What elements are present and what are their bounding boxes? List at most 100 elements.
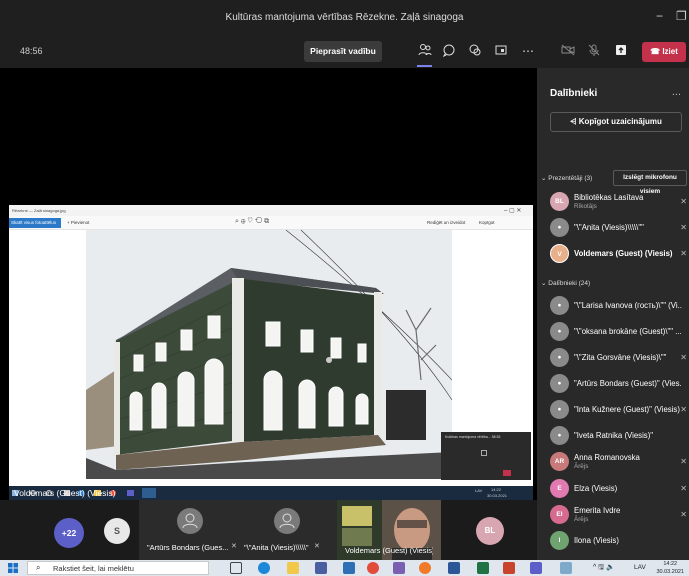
powerpoint-icon[interactable]: [503, 562, 515, 574]
participant-row[interactable]: AR Anna Romanovska Ārējs ✕: [537, 449, 689, 475]
mic-muted-icon: ✕: [680, 510, 687, 519]
participants-panel: Dalībnieki ... ⩤ Kopīgot uzaicinājumu ⌄ …: [537, 68, 689, 560]
taskbar-search-input[interactable]: ⌕ Rakstiet šeit, lai meklētu: [27, 561, 209, 575]
meeting-timer: 48:56: [20, 46, 43, 56]
gallery-tile-arturs[interactable]: "Artūrs Bondars (Gues... ✕: [139, 500, 244, 560]
search-placeholder: Rakstiet šeit, lai meklētu: [53, 564, 134, 573]
leave-button[interactable]: ☎ Iziet: [642, 42, 686, 62]
gallery-tile-anita[interactable]: "\"Anita (Viesis)\\\\\" ✕: [236, 500, 341, 560]
mail-icon[interactable]: [343, 562, 355, 574]
participant-row[interactable]: ● "Iveta Ratnika (Viesis)": [537, 423, 689, 449]
more-actions-icon[interactable]: ⋯: [520, 43, 536, 59]
gallery-tile-name: Voldemars (Guest) (Viesis): [345, 546, 433, 555]
share-link-icon: ⩤: [570, 117, 579, 126]
keyboard-language[interactable]: LAV: [634, 564, 646, 571]
overflow-participants-button[interactable]: +22: [54, 518, 84, 548]
chrome-icon[interactable]: [367, 562, 379, 574]
shared-taskbar-date: 30.03.2021: [487, 493, 508, 498]
tools-icon[interactable]: [560, 562, 572, 574]
photos-view-all-button: Skatīt visus fotoattēlus: [9, 218, 61, 228]
restore-button[interactable]: ❐: [676, 9, 687, 23]
mic-off-icon[interactable]: [586, 43, 602, 59]
leave-label: Iziet: [662, 47, 678, 56]
participant-role: Ārējs: [574, 463, 589, 470]
teams-icon[interactable]: [530, 562, 542, 574]
gallery-tile-voldemars-video[interactable]: Voldemars (Guest) (Viesis): [337, 500, 441, 560]
window-title-bar: Kultūras mantojuma vērtības Rēzekne. Zaļ…: [0, 0, 689, 34]
participant-row[interactable]: ● "\"Zita Gorsvāne (Viesis)\"" ✕: [537, 345, 689, 371]
participant-name: Anna Romanovska: [574, 453, 640, 462]
participant-row[interactable]: I Ilona (Viesis): [537, 528, 689, 554]
gallery-avatar-bl: BL: [476, 517, 504, 545]
photos-edit-button: Rediģēt un izveidot: [427, 220, 466, 225]
photos-window-controls: – ▢ ✕: [504, 208, 522, 214]
file-explorer-icon[interactable]: [287, 562, 299, 574]
request-control-button[interactable]: Pieprasīt vadību: [304, 41, 382, 62]
taskbar-clock[interactable]: 14:22 30.03.2021: [656, 560, 684, 576]
participant-row[interactable]: ● "\"Anita (Viesis)\\\\\"" ✕: [537, 215, 689, 241]
participant-name: Ilona (Viesis): [574, 536, 619, 545]
participant-row[interactable]: EI Emerita Ivdre Ārējs ✕: [537, 502, 689, 528]
participant-row[interactable]: ● "Inta Kužnere (Guest)" (Viesis) ✕: [537, 397, 689, 423]
mute-all-button[interactable]: Izslēgt mikrofonu visiem: [613, 170, 687, 195]
mic-muted-icon: ✕: [680, 353, 687, 362]
mini-call-avatar: [481, 450, 487, 456]
shared-taskbar-lang: LAV: [475, 488, 483, 493]
media-icon[interactable]: [393, 562, 405, 574]
person-placeholder-icon: ●: [550, 400, 569, 419]
camera-off-icon[interactable]: [560, 43, 576, 59]
search-icon: ⌕: [36, 563, 41, 572]
store-icon[interactable]: [315, 562, 327, 574]
person-placeholder-icon: ●: [550, 374, 569, 393]
share-tray-icon[interactable]: [613, 43, 629, 59]
mic-muted-icon: ✕: [680, 484, 687, 493]
presenters-header[interactable]: ⌄ Prezentētāji (3): [541, 174, 592, 182]
minimize-button[interactable]: −: [656, 9, 663, 23]
participants-icon[interactable]: [417, 43, 433, 59]
windows-start-icon[interactable]: [8, 563, 18, 575]
participant-row[interactable]: ● "\"Larisa Ivanova (гость)\"" (Vi...: [537, 293, 689, 319]
participant-name: "\"Zita Gorsvāne (Viesis)\"": [574, 353, 667, 362]
person-placeholder-icon: ●: [550, 322, 569, 341]
edge-icon[interactable]: [258, 562, 270, 574]
mic-muted-icon: ✕: [314, 543, 320, 550]
person-placeholder-icon: ●: [550, 348, 569, 367]
participant-name: Emerita Ivdre: [574, 506, 621, 515]
person-placeholder-icon: ●: [550, 426, 569, 445]
mic-muted-icon: ✕: [680, 249, 687, 258]
active-speaker-name: Voldemars (Guest) (Viesis): [14, 488, 116, 498]
participant-row[interactable]: V Voldemars (Guest) (Viesis) ✕: [537, 241, 689, 267]
attendees-header[interactable]: ⌄ Dalībnieki (24): [541, 279, 590, 287]
panel-more-button[interactable]: ...: [672, 86, 681, 98]
task-view-icon[interactable]: [230, 562, 242, 574]
participant-avatar: BL: [550, 192, 569, 211]
mic-muted-icon: ✕: [680, 223, 687, 232]
participant-name: Bibliotēkas Lasītava: [574, 193, 644, 202]
panel-title: Dalībnieki: [550, 88, 598, 99]
participant-name: Voldemars (Guest) (Viesis): [574, 249, 673, 258]
firefox-icon[interactable]: [419, 562, 431, 574]
mic-muted-icon: ✕: [680, 457, 687, 466]
photos-command-bar: Skatīt visus fotoattēlus + Pievienot ⌕ ⊕…: [9, 216, 533, 230]
participant-row[interactable]: E Elza (Viesis) ✕: [537, 476, 689, 502]
word-icon[interactable]: [448, 562, 460, 574]
participant-avatar: V: [550, 244, 569, 263]
reactions-icon[interactable]: [467, 43, 483, 59]
person-placeholder-icon: [177, 508, 203, 534]
participant-row[interactable]: ● "Artūrs Bondars (Guest)" (Vies...: [537, 371, 689, 397]
meeting-toolbar: 48:56 Pieprasīt vadību ⋯ ☎ Iziet: [0, 34, 689, 68]
mini-call-title: Kultūras mantojuma vērtība... 58:35: [445, 435, 501, 439]
presenters-header-label: Prezentētāji (3): [548, 175, 593, 182]
chat-icon[interactable]: [441, 43, 457, 59]
participant-row[interactable]: ● "\"oksana brokāne (Guest)\"" ...: [537, 319, 689, 345]
phone-hangup-icon: ☎: [650, 47, 663, 56]
mini-call-window: Kultūras mantojuma vērtība... 58:35: [441, 432, 531, 480]
participant-row[interactable]: BL Bibliotēkas Lasītava Rīkotājs ✕: [537, 189, 689, 215]
excel-icon[interactable]: [477, 562, 489, 574]
copy-invite-button[interactable]: ⩤ Kopīgot uzaicinājumu: [550, 112, 682, 132]
rooms-icon[interactable]: [493, 43, 509, 59]
system-tray-icons[interactable]: ^ 🖫 🔈: [593, 563, 615, 574]
mini-call-hangup: [503, 470, 511, 476]
participant-name: Elza (Viesis): [574, 484, 618, 493]
shared-taskbar-time: 14:22: [491, 487, 502, 492]
